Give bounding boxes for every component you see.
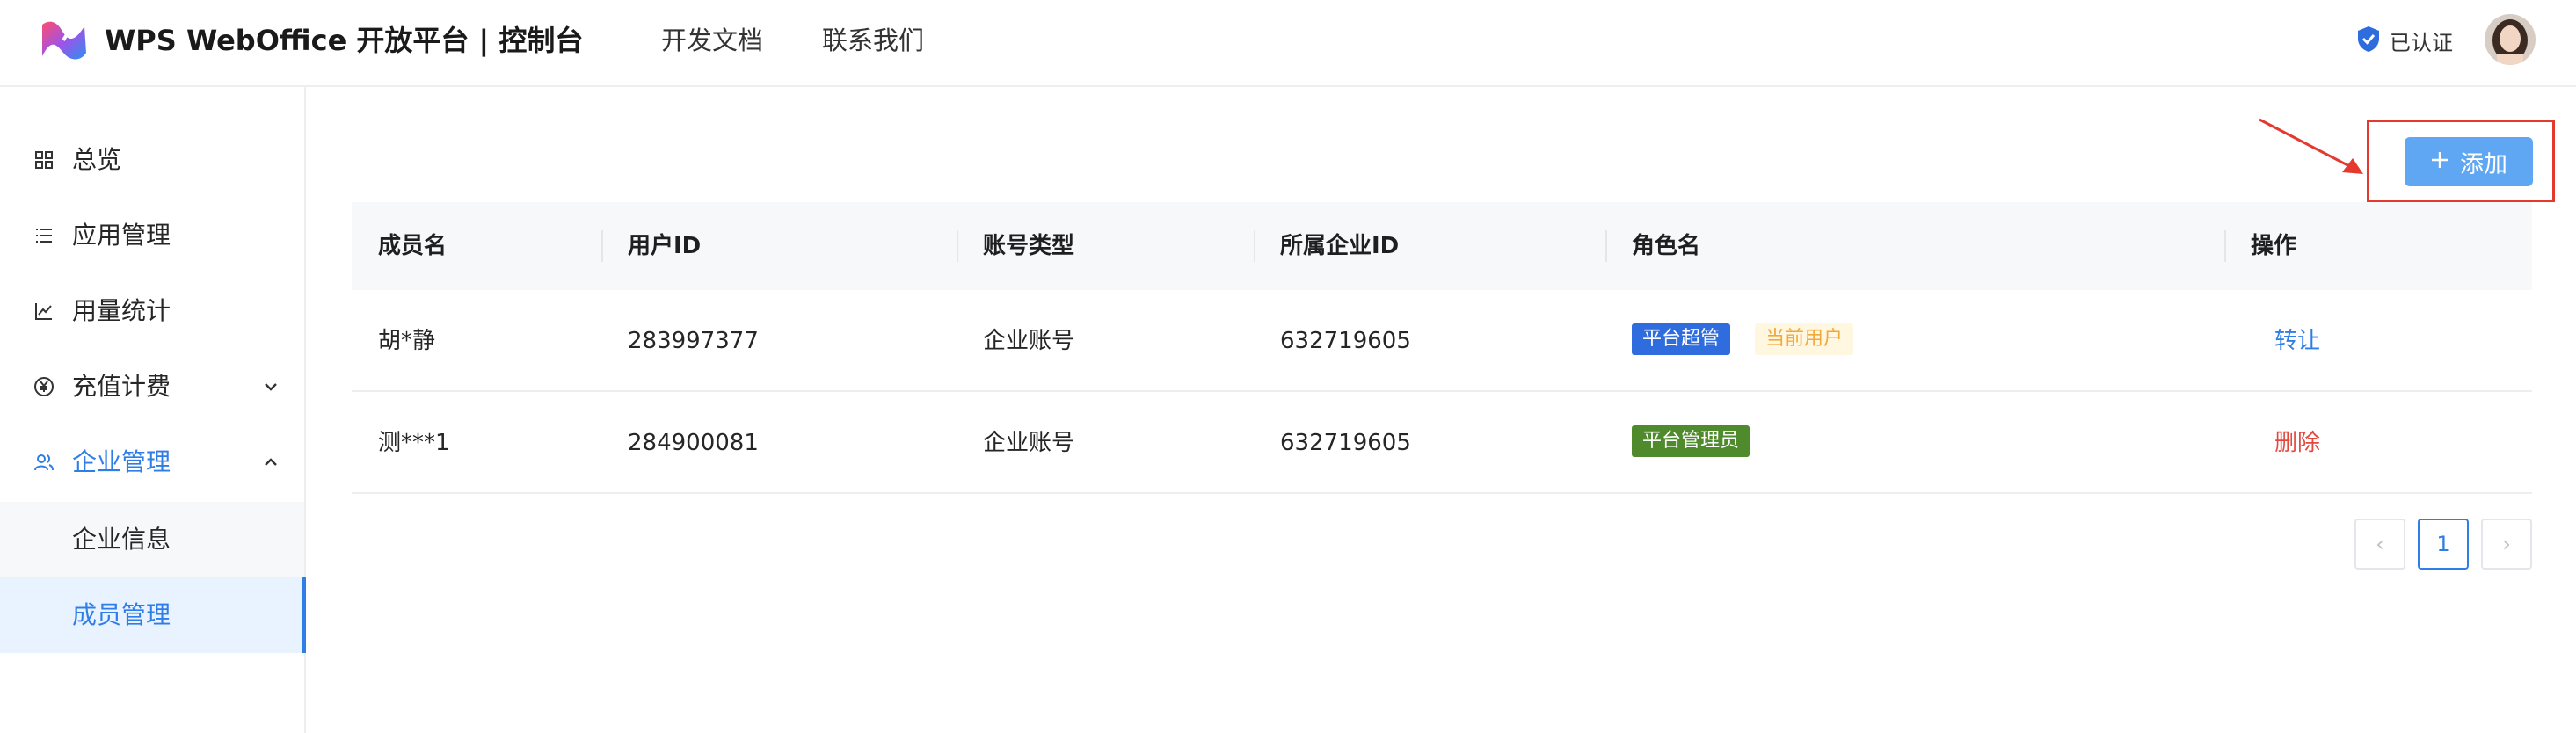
sidebar-subitem-label: 企业信息 bbox=[72, 525, 171, 554]
top-header: WPS WebOffice 开放平台 | 控制台 开发文档 联系我们 已认证 bbox=[0, 0, 2576, 87]
role-tag: 平台管理员 bbox=[1632, 425, 1750, 457]
column-divider bbox=[1254, 230, 1255, 262]
users-icon bbox=[33, 452, 55, 473]
sidebar-item-apps[interactable]: 应用管理 bbox=[0, 198, 304, 273]
list-icon bbox=[33, 225, 55, 246]
verified-badge: 已认证 bbox=[2356, 19, 2453, 62]
transfer-link[interactable]: 转让 bbox=[2274, 290, 2320, 392]
sidebar: 总览 应用管理 用量统计 充值计费 企业管理 企业信息 成员管理 bbox=[0, 87, 306, 733]
table-row: 胡*静 283997377 企业账号 632719605 平台超管 当前用户 转… bbox=[352, 290, 2532, 392]
top-nav: 开发文档 联系我们 bbox=[661, 18, 924, 63]
pagination: ‹ 1 › bbox=[2354, 519, 2532, 570]
chevron-down-icon bbox=[260, 376, 281, 397]
grid-icon bbox=[33, 149, 55, 171]
add-member-button[interactable]: 添加 bbox=[2405, 137, 2533, 186]
column-divider bbox=[601, 230, 603, 262]
delete-link[interactable]: 删除 bbox=[2274, 392, 2320, 494]
chevron-up-icon bbox=[260, 452, 281, 473]
line-chart-icon bbox=[33, 301, 55, 322]
cell-account-type: 企业账号 bbox=[983, 328, 1075, 354]
shield-check-icon bbox=[2356, 25, 2381, 56]
nav-contact-us[interactable]: 联系我们 bbox=[822, 18, 924, 63]
col-company-id: 所属企业ID bbox=[1280, 233, 1400, 259]
brand-title: WPS WebOffice 开放平台 | 控制台 bbox=[105, 24, 584, 57]
table-row: 测***1 284900081 企业账号 632719605 平台管理员 删除 bbox=[352, 392, 2532, 494]
sidebar-item-usage[interactable]: 用量统计 bbox=[0, 273, 304, 349]
role-tag: 平台超管 bbox=[1632, 323, 1731, 355]
cell-member-name: 测***1 bbox=[378, 430, 450, 456]
sidebar-item-enterprise[interactable]: 企业管理 bbox=[0, 425, 304, 500]
sidebar-item-label: 应用管理 bbox=[72, 221, 171, 250]
sidebar-item-label: 企业管理 bbox=[72, 447, 171, 476]
cell-company-id: 632719605 bbox=[1280, 430, 1411, 456]
column-divider bbox=[1605, 230, 1607, 262]
col-account-type: 账号类型 bbox=[983, 233, 1075, 259]
members-table: 成员名 用户ID 账号类型 所属企业ID 角色名 操作 胡*静 28399737… bbox=[352, 202, 2532, 494]
col-actions: 操作 bbox=[2251, 233, 2297, 259]
sidebar-subitem-company-info[interactable]: 企业信息 bbox=[0, 502, 304, 577]
next-page-button[interactable]: › bbox=[2481, 519, 2532, 570]
cell-company-id: 632719605 bbox=[1280, 328, 1411, 354]
sidebar-item-label: 用量统计 bbox=[72, 296, 171, 325]
sidebar-item-label: 总览 bbox=[72, 145, 122, 174]
page-1-button[interactable]: 1 bbox=[2418, 519, 2469, 570]
user-avatar[interactable] bbox=[2485, 14, 2536, 65]
column-divider bbox=[2224, 230, 2226, 262]
sidebar-item-overview[interactable]: 总览 bbox=[0, 122, 304, 198]
prev-page-button[interactable]: ‹ bbox=[2354, 519, 2405, 570]
column-divider bbox=[957, 230, 958, 262]
cell-member-name: 胡*静 bbox=[378, 328, 436, 354]
sidebar-item-label: 充值计费 bbox=[72, 372, 171, 401]
yen-icon bbox=[33, 376, 55, 397]
cell-user-id: 284900081 bbox=[628, 430, 759, 456]
sidebar-subitem-label: 成员管理 bbox=[72, 600, 171, 629]
sidebar-item-billing[interactable]: 充值计费 bbox=[0, 349, 304, 425]
cell-user-id: 283997377 bbox=[628, 328, 759, 354]
sidebar-subitem-members[interactable]: 成员管理 bbox=[0, 577, 306, 653]
nav-dev-docs[interactable]: 开发文档 bbox=[661, 18, 763, 63]
col-user-id: 用户ID bbox=[628, 233, 702, 259]
current-user-tag: 当前用户 bbox=[1755, 323, 1854, 355]
col-member-name: 成员名 bbox=[378, 233, 448, 259]
cell-account-type: 企业账号 bbox=[983, 430, 1075, 456]
table-header: 成员名 用户ID 账号类型 所属企业ID 角色名 操作 bbox=[352, 202, 2532, 290]
plus-icon bbox=[2430, 149, 2449, 176]
annotation-arrow bbox=[2259, 118, 2363, 174]
col-role-name: 角色名 bbox=[1632, 233, 1701, 259]
add-button-label: 添加 bbox=[2460, 150, 2507, 178]
wps-logo-icon[interactable] bbox=[37, 18, 90, 63]
verified-label: 已认证 bbox=[2390, 30, 2453, 55]
